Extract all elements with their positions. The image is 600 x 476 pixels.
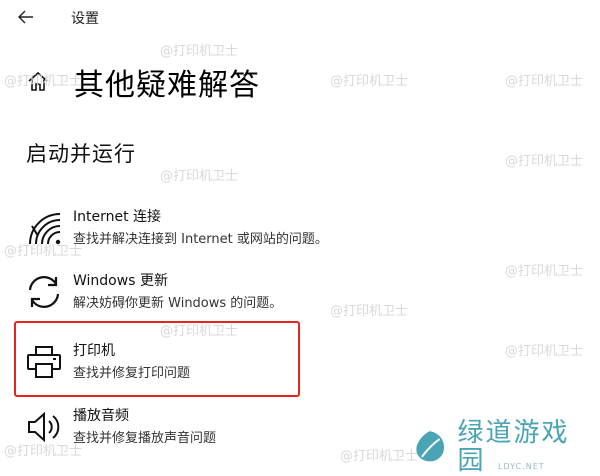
item-description: 查找并修复播放声音问题 [73,431,217,446]
watermark: @打印机卫士 [160,44,239,59]
page-header: 其他疑难解答 [26,60,260,104]
troubleshooter-audio[interactable]: 播放音频 查找并修复播放声音问题 [26,405,426,453]
watermark: @打印机卫士 [505,154,584,169]
sync-icon [28,276,60,308]
watermark: @打印机卫士 [505,344,584,359]
item-title: 播放音频 [73,408,129,424]
speaker-icon [28,411,60,443]
item-title: Windows 更新 [73,273,168,289]
watermark: @打印机卫士 [160,169,239,184]
logo-subtext: LDYC.NET [498,462,545,471]
watermark: @打印机卫士 [330,74,409,89]
item-description: 查找并解决连接到 Internet 或网站的问题。 [73,232,328,247]
item-title: Internet 连接 [73,209,162,225]
title-bar: 设置 [0,0,600,34]
wifi-icon [29,213,61,245]
leaf-logo-icon [416,431,444,462]
section-title: 启动并运行 [26,142,136,166]
item-description: 解决妨碍你更新 Windows 的问题。 [73,296,283,311]
highlight-box [14,321,300,397]
site-logo: 绿道游戏园 LDYC.NET [410,419,596,475]
troubleshooter-internet[interactable]: Internet 连接 查找并解决连接到 Internet 或网站的问题。 [26,206,426,254]
home-icon[interactable] [26,70,50,94]
window-title: 设置 [71,11,99,27]
troubleshooter-windows-update[interactable]: Windows 更新 解决妨碍你更新 Windows 的问题。 [26,270,426,318]
arrow-left-icon [18,10,33,24]
back-button[interactable] [14,6,38,28]
watermark: @打印机卫士 [505,74,584,89]
page-title: 其他疑难解答 [74,68,260,103]
watermark: @打印机卫士 [505,264,584,279]
